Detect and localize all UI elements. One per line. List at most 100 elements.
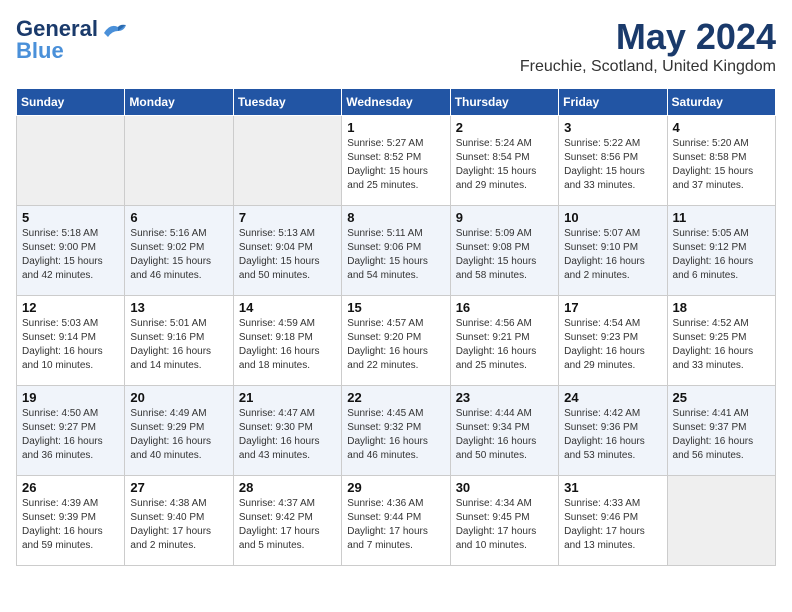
day-number: 26: [22, 480, 119, 495]
day-number: 15: [347, 300, 444, 315]
calendar-cell: 14 Sunrise: 4:59 AMSunset: 9:18 PMDayligh…: [233, 296, 341, 386]
day-info: Sunrise: 4:52 AMSunset: 9:25 PMDaylight:…: [673, 317, 770, 373]
day-info: Sunrise: 4:39 AMSunset: 9:39 PMDaylight:…: [22, 497, 119, 553]
day-number: 29: [347, 480, 444, 495]
calendar-cell: [17, 116, 125, 206]
day-info: Sunrise: 4:42 AMSunset: 9:36 PMDaylight:…: [564, 407, 661, 463]
calendar-cell: 4Sunrise: 5:20 AMSunset: 8:58 PMDaylight…: [667, 116, 775, 206]
calendar-cell: 15 Sunrise: 4:57 AMSunset: 9:20 PMDayligh…: [342, 296, 450, 386]
day-info: Sunrise: 5:01 AMSunset: 9:16 PMDaylight:…: [130, 317, 227, 373]
day-info: Sunrise: 4:44 AMSunset: 9:34 PMDaylight:…: [456, 407, 553, 463]
calendar-cell: 7 Sunrise: 5:13 AMSunset: 9:04 PMDaylight…: [233, 206, 341, 296]
day-number: 2: [456, 120, 553, 135]
week-row-1: 1Sunrise: 5:27 AMSunset: 8:52 PMDaylight…: [17, 116, 776, 206]
day-number: 9: [456, 210, 553, 225]
day-number: 21: [239, 390, 336, 405]
day-info: Sunrise: 5:27 AMSunset: 8:52 PMDaylight:…: [347, 137, 444, 193]
calendar-cell: 29 Sunrise: 4:36 AMSunset: 9:44 PMDayligh…: [342, 476, 450, 566]
week-row-3: 12Sunrise: 5:03 AMSunset: 9:14 PMDayligh…: [17, 296, 776, 386]
calendar-cell: 19 Sunrise: 4:50 AMSunset: 9:27 PMDayligh…: [17, 386, 125, 476]
calendar-cell: 10Sunrise: 5:07 AMSunset: 9:10 PMDayligh…: [559, 206, 667, 296]
calendar-cell: 22 Sunrise: 4:45 AMSunset: 9:32 PMDayligh…: [342, 386, 450, 476]
day-info: Sunrise: 5:22 AMSunset: 8:56 PMDaylight:…: [564, 137, 661, 193]
logo-bird-icon: [100, 19, 128, 39]
day-info: Sunrise: 4:33 AMSunset: 9:46 PMDaylight:…: [564, 497, 661, 553]
day-number: 16: [456, 300, 553, 315]
weekday-header-thursday: Thursday: [450, 89, 558, 116]
calendar-cell: 27 Sunrise: 4:38 AMSunset: 9:40 PMDayligh…: [125, 476, 233, 566]
day-number: 7: [239, 210, 336, 225]
day-number: 22: [347, 390, 444, 405]
month-title: May 2024: [520, 16, 776, 58]
week-row-2: 5 Sunrise: 5:18 AMSunset: 9:00 PMDaylight…: [17, 206, 776, 296]
day-info: Sunrise: 5:18 AMSunset: 9:00 PMDaylight:…: [22, 227, 119, 283]
calendar-cell: 13Sunrise: 5:01 AMSunset: 9:16 PMDayligh…: [125, 296, 233, 386]
weekday-header-sunday: Sunday: [17, 89, 125, 116]
day-number: 23: [456, 390, 553, 405]
day-number: 25: [673, 390, 770, 405]
day-number: 4: [673, 120, 770, 135]
calendar-cell: 8Sunrise: 5:11 AMSunset: 9:06 PMDaylight…: [342, 206, 450, 296]
day-number: 14: [239, 300, 336, 315]
weekday-header-friday: Friday: [559, 89, 667, 116]
day-number: 31: [564, 480, 661, 495]
day-info: Sunrise: 4:36 AMSunset: 9:44 PMDaylight:…: [347, 497, 444, 553]
logo-blue-text: Blue: [16, 38, 64, 64]
day-info: Sunrise: 5:24 AMSunset: 8:54 PMDaylight:…: [456, 137, 553, 193]
day-info: Sunrise: 5:11 AMSunset: 9:06 PMDaylight:…: [347, 227, 444, 283]
day-info: Sunrise: 5:09 AMSunset: 9:08 PMDaylight:…: [456, 227, 553, 283]
day-number: 18: [673, 300, 770, 315]
calendar-cell: 11 Sunrise: 5:05 AMSunset: 9:12 PMDayligh…: [667, 206, 775, 296]
day-info: Sunrise: 4:49 AMSunset: 9:29 PMDaylight:…: [130, 407, 227, 463]
weekday-header-row: SundayMondayTuesdayWednesdayThursdayFrid…: [17, 89, 776, 116]
day-info: Sunrise: 4:41 AMSunset: 9:37 PMDaylight:…: [673, 407, 770, 463]
calendar-cell: 6 Sunrise: 5:16 AMSunset: 9:02 PMDaylight…: [125, 206, 233, 296]
title-area: May 2024 Freuchie, Scotland, United King…: [520, 16, 776, 76]
calendar-cell: 31 Sunrise: 4:33 AMSunset: 9:46 PMDayligh…: [559, 476, 667, 566]
day-number: 28: [239, 480, 336, 495]
day-number: 11: [673, 210, 770, 225]
day-number: 17: [564, 300, 661, 315]
day-info: Sunrise: 4:38 AMSunset: 9:40 PMDaylight:…: [130, 497, 227, 553]
day-info: Sunrise: 5:16 AMSunset: 9:02 PMDaylight:…: [130, 227, 227, 283]
day-info: Sunrise: 5:07 AMSunset: 9:10 PMDaylight:…: [564, 227, 661, 283]
logo: General Blue: [16, 16, 128, 64]
week-row-5: 26 Sunrise: 4:39 AMSunset: 9:39 PMDayligh…: [17, 476, 776, 566]
day-number: 6: [130, 210, 227, 225]
calendar-cell: 24 Sunrise: 4:42 AMSunset: 9:36 PMDayligh…: [559, 386, 667, 476]
day-info: Sunrise: 4:57 AMSunset: 9:20 PMDaylight:…: [347, 317, 444, 373]
weekday-header-wednesday: Wednesday: [342, 89, 450, 116]
day-info: Sunrise: 5:13 AMSunset: 9:04 PMDaylight:…: [239, 227, 336, 283]
day-number: 24: [564, 390, 661, 405]
calendar-cell: 23 Sunrise: 4:44 AMSunset: 9:34 PMDayligh…: [450, 386, 558, 476]
calendar-cell: [667, 476, 775, 566]
calendar-cell: 2 Sunrise: 5:24 AMSunset: 8:54 PMDaylight…: [450, 116, 558, 206]
day-info: Sunrise: 4:50 AMSunset: 9:27 PMDaylight:…: [22, 407, 119, 463]
day-info: Sunrise: 4:59 AMSunset: 9:18 PMDaylight:…: [239, 317, 336, 373]
location-subtitle: Freuchie, Scotland, United Kingdom: [520, 58, 776, 76]
calendar-cell: 12Sunrise: 5:03 AMSunset: 9:14 PMDayligh…: [17, 296, 125, 386]
day-info: Sunrise: 4:34 AMSunset: 9:45 PMDaylight:…: [456, 497, 553, 553]
day-number: 20: [130, 390, 227, 405]
day-info: Sunrise: 5:05 AMSunset: 9:12 PMDaylight:…: [673, 227, 770, 283]
day-info: Sunrise: 4:45 AMSunset: 9:32 PMDaylight:…: [347, 407, 444, 463]
calendar-cell: 9 Sunrise: 5:09 AMSunset: 9:08 PMDaylight…: [450, 206, 558, 296]
calendar-cell: 20 Sunrise: 4:49 AMSunset: 9:29 PMDayligh…: [125, 386, 233, 476]
calendar-table: SundayMondayTuesdayWednesdayThursdayFrid…: [16, 88, 776, 566]
weekday-header-tuesday: Tuesday: [233, 89, 341, 116]
day-number: 12: [22, 300, 119, 315]
day-number: 5: [22, 210, 119, 225]
calendar-cell: [125, 116, 233, 206]
day-number: 3: [564, 120, 661, 135]
day-info: Sunrise: 4:47 AMSunset: 9:30 PMDaylight:…: [239, 407, 336, 463]
calendar-cell: 26 Sunrise: 4:39 AMSunset: 9:39 PMDayligh…: [17, 476, 125, 566]
calendar-cell: 1Sunrise: 5:27 AMSunset: 8:52 PMDaylight…: [342, 116, 450, 206]
calendar-cell: 30 Sunrise: 4:34 AMSunset: 9:45 PMDayligh…: [450, 476, 558, 566]
calendar-cell: 5 Sunrise: 5:18 AMSunset: 9:00 PMDaylight…: [17, 206, 125, 296]
calendar-cell: 17Sunrise: 4:54 AMSunset: 9:23 PMDayligh…: [559, 296, 667, 386]
day-number: 19: [22, 390, 119, 405]
day-number: 30: [456, 480, 553, 495]
calendar-cell: 25 Sunrise: 4:41 AMSunset: 9:37 PMDayligh…: [667, 386, 775, 476]
calendar-cell: 18 Sunrise: 4:52 AMSunset: 9:25 PMDayligh…: [667, 296, 775, 386]
day-number: 27: [130, 480, 227, 495]
